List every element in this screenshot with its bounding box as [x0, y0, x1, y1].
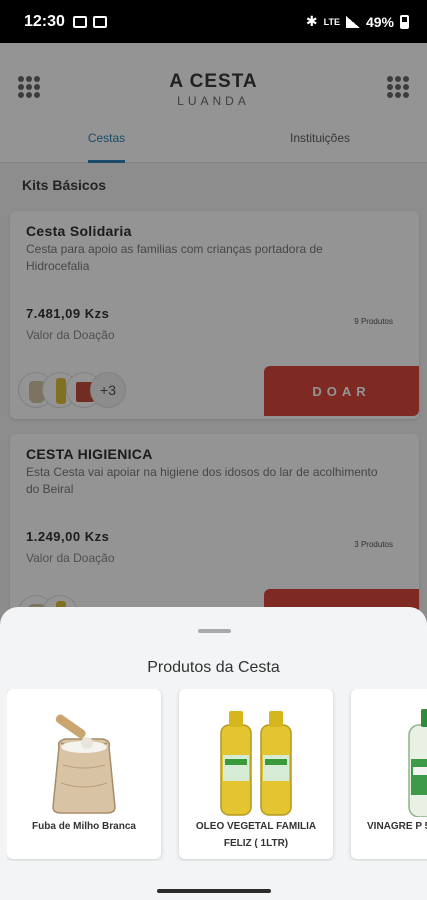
- products-carousel[interactable]: Fuba de Milho Branca OLEO VEGETAL FAMILI…: [7, 689, 427, 861]
- gesture-nav-bar[interactable]: [157, 889, 271, 893]
- product-name: VINAGRE P 500: [367, 821, 427, 832]
- bluetooth-icon: ✱: [305, 13, 318, 29]
- network-type: LTE: [323, 16, 340, 27]
- flour-sack-image: [52, 714, 116, 814]
- oil-bottles-image: [220, 711, 292, 816]
- drag-handle[interactable]: [198, 629, 231, 633]
- product-card[interactable]: OLEO VEGETAL FAMILIA FELIZ ( 1LTR): [179, 689, 333, 859]
- battery-icon: [400, 14, 409, 29]
- product-card[interactable]: Fuba de Milho Branca: [7, 689, 161, 859]
- products-bottom-sheet: Produtos da Cesta Fuba de Milho Branca O…: [0, 607, 427, 900]
- sheet-title: Produtos da Cesta: [147, 659, 280, 676]
- vinegar-bottle-image: [408, 709, 427, 817]
- signal-icon: [345, 15, 360, 28]
- status-time: 12:30: [24, 12, 65, 30]
- product-name: Fuba de Milho Branca: [32, 821, 136, 832]
- battery-percent: 49%: [365, 13, 394, 30]
- product-card[interactable]: VINAGRE P 500: [351, 689, 427, 859]
- status-bar: 12:30 ✱ LTE 49%: [0, 0, 427, 43]
- gallery-icon: [72, 15, 87, 28]
- mail-icon: [92, 15, 107, 28]
- product-name: OLEO VEGETAL FAMILIA FELIZ ( 1LTR): [195, 821, 317, 849]
